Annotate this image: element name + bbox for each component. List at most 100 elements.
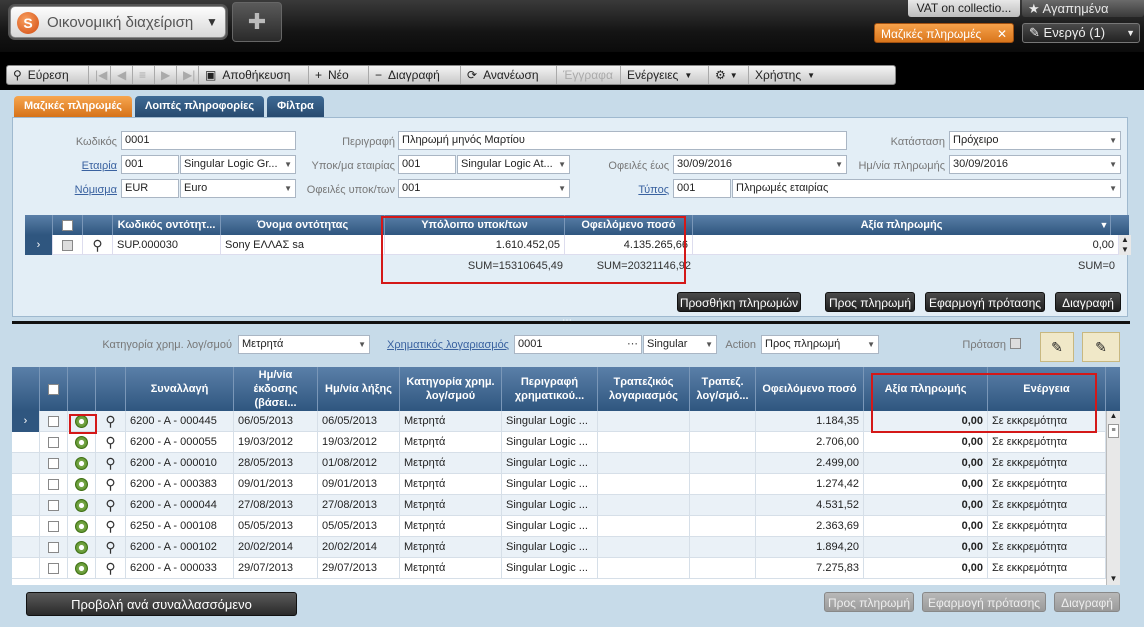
search-icon[interactable]: ⚲ [96,516,126,537]
clock-icon[interactable] [68,495,96,516]
tab-filters[interactable]: Φίλτρα [267,96,324,117]
search-icon[interactable]: ⚲ [83,235,113,255]
row-checkbox[interactable] [40,516,68,537]
currency-name-select[interactable]: Euro ▼ [180,179,296,198]
refresh-button[interactable]: ⟳ Ανανέωση [461,66,557,84]
table-row[interactable]: ⚲ 6200 - Α - 000010 28/05/2013 01/08/2012 Με… [12,453,1106,474]
checkbox[interactable] [48,457,59,469]
payment-cell[interactable]: 0,00 [864,495,988,516]
search-icon[interactable]: ⚲ [96,453,126,474]
table-row[interactable]: ⚲ 6250 - Α - 000108 05/05/2013 05/05/2013 Με… [12,516,1106,537]
type-name-select[interactable]: Πληρωμές εταιρίας ▼ [732,179,1121,198]
scrollbar[interactable]: ▲ ≡ ▼ [1106,411,1120,585]
clock-icon[interactable] [68,432,96,453]
to-pay-button-lower[interactable]: Προς πληρωμή [824,592,914,612]
clock-icon[interactable] [68,558,96,579]
checkbox[interactable] [62,239,73,251]
active-windows-button[interactable]: ✎ Ενεργό (1) ▼ [1022,23,1140,43]
status-select[interactable]: Πρόχειρο ▼ [949,131,1121,150]
delete-button-lower[interactable]: Διαγραφή [1054,592,1120,612]
header-select-all[interactable] [53,215,83,235]
clock-icon[interactable] [68,474,96,495]
payment-cell[interactable]: 0,00 [864,474,988,495]
cash-category-select[interactable]: Μετρητά ▼ [238,335,370,354]
search-icon[interactable]: ⚲ [96,432,126,453]
header-bank-acc-short[interactable]: Τραπεζ. λογ/σμό... [690,367,756,411]
delete-button[interactable]: − Διαγραφή [369,66,461,84]
branch-code-input[interactable]: 001 [398,155,456,174]
header-issue-date[interactable]: Ημ/νία έκδοσης (βάσει... [234,367,318,411]
find-button[interactable]: ⚲ Εύρεση [7,66,89,84]
payment-cell[interactable]: 0,00 [864,516,988,537]
splitter[interactable]: ⋯ [12,315,1130,326]
currency-link[interactable]: Νόμισμα [33,184,117,196]
delete-rows-button[interactable]: Διαγραφή [1055,292,1121,312]
header-due-date[interactable]: Ημ/νία λήξης [318,367,400,411]
payment-cell[interactable]: 0,00 [864,453,988,474]
search-icon[interactable]: ⚲ [96,411,126,432]
row-checkbox[interactable] [40,537,68,558]
table-row[interactable]: ⚲ 6200 - Α - 000033 29/07/2013 29/07/2013 Με… [12,558,1106,579]
action-cell[interactable]: Σε εκκρεμότητα [988,537,1106,558]
last-record-button[interactable]: ▶| [177,66,199,84]
type-code-input[interactable]: 001 [673,179,731,198]
action-cell[interactable]: Σε εκκρεμότητα [988,432,1106,453]
action-cell[interactable]: Σε εκκρεμότητα [988,495,1106,516]
filter-icon[interactable]: ▼ [1097,215,1111,235]
header-entity-name[interactable]: Όνομα οντότητας [221,215,385,235]
module-selector[interactable]: S Οικονομική διαχείριση ▼ [10,6,226,38]
puzzle-icon[interactable]: ✚ [232,2,282,42]
new-button[interactable]: + Νέο [309,66,369,84]
open-tab-mass-payments[interactable]: Μαζικές πληρωμές ✕ [874,23,1014,43]
company-name-select[interactable]: Singular Logic Gr... ▼ [180,155,296,174]
code-input[interactable]: 0001 [121,131,296,150]
settings-menu[interactable]: ⚙ ▼ [709,66,749,84]
table-row[interactable]: ⚲ 6200 - Α - 000044 27/08/2013 27/08/2013 Με… [12,495,1106,516]
prev-record-button[interactable]: ◀ [111,66,133,84]
user-menu[interactable]: Χρήστης ▼ [749,66,833,84]
row-checkbox[interactable] [53,235,83,255]
company-code-input[interactable]: 001 [121,155,179,174]
clock-icon[interactable] [68,537,96,558]
payment-date-input[interactable]: 30/09/2016 ▼ [949,155,1121,174]
first-record-button[interactable]: |◀ [89,66,111,84]
close-icon[interactable]: ✕ [997,24,1007,44]
favorites-button[interactable]: ★ Αγαπημένα [1022,0,1144,17]
search-icon[interactable]: ⚲ [96,537,126,558]
row-checkbox[interactable] [40,474,68,495]
header-transaction[interactable]: Συναλλαγή [126,367,234,411]
action-cell[interactable]: Σε εκκρεμότητα [988,516,1106,537]
table-row[interactable]: ⚲ 6200 - Α - 000102 20/02/2014 20/02/2014 Με… [12,537,1106,558]
cash-account-name-select[interactable]: Singular ▼ [643,335,717,354]
header-entity-code[interactable]: Κωδικός οντότητ... [113,215,221,235]
cash-account-code-input[interactable]: 0001 ⋯ [514,335,642,354]
action-cell[interactable]: Σε εκκρεμότητα [988,453,1106,474]
row-checkbox[interactable] [40,495,68,516]
checkbox[interactable] [48,478,59,490]
company-link[interactable]: Εταιρία [33,160,117,172]
view-by-counterparty-button[interactable]: Προβολή ανά συναλλασσόμενο [26,592,297,616]
chevron-down-icon[interactable]: ▼ [203,12,221,32]
search-icon[interactable]: ⚲ [96,495,126,516]
type-link[interactable]: Τύπος [579,184,669,196]
header-select-all[interactable] [40,367,68,411]
table-row[interactable]: ⚲ 6200 - Α - 000055 19/03/2012 19/03/2012 Με… [12,432,1106,453]
scroll-thumb[interactable]: ≡ [1108,424,1119,438]
edit-note-icon[interactable]: ✎ [1040,332,1074,362]
checkbox[interactable] [48,499,59,511]
action-select[interactable]: Προς πληρωμή ▼ [761,335,879,354]
to-pay-button[interactable]: Προς πληρωμή [825,292,915,312]
description-input[interactable]: Πληρωμή μηνός Μαρτίου [398,131,847,150]
payment-cell[interactable]: 0,00 [864,537,988,558]
due-until-input[interactable]: 30/09/2016 ▼ [673,155,847,174]
payment-cell[interactable]: 0,00 [693,235,1119,255]
documents-button[interactable]: Έγγραφα [557,66,621,84]
checkbox[interactable] [48,562,59,574]
currency-code-input[interactable]: EUR [121,179,179,198]
proposal-checkbox[interactable] [1010,338,1021,349]
apply-proposal-button-lower[interactable]: Εφαρμογή πρότασης [922,592,1046,612]
header-owed[interactable]: Οφειλόμενο ποσό [756,367,864,411]
clock-icon[interactable] [68,516,96,537]
search-icon[interactable]: ⚲ [96,558,126,579]
scroll-down-icon[interactable]: ▼ [1107,574,1120,583]
